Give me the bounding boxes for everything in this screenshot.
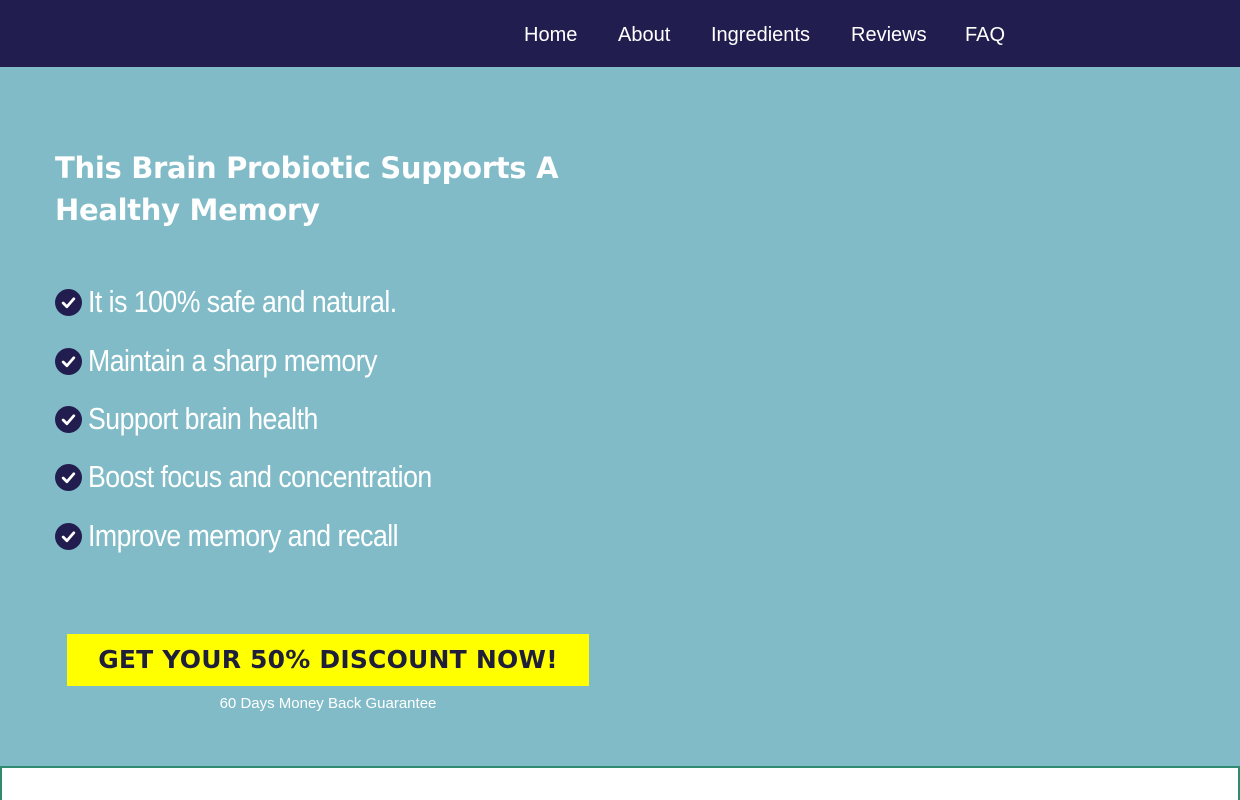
check-circle-icon: [55, 405, 82, 433]
benefit-text: Support brain health: [88, 401, 318, 436]
check-circle-icon: [55, 463, 82, 491]
benefit-item: It is 100% safe and natural.: [55, 282, 447, 322]
check-circle-icon: [55, 522, 82, 550]
benefit-text: Boost focus and concentration: [88, 459, 432, 494]
benefit-text: It is 100% safe and natural.: [88, 284, 397, 319]
check-circle-icon: [55, 288, 82, 316]
benefit-item: Boost focus and concentration: [55, 457, 488, 497]
nav-link-faq[interactable]: FAQ: [965, 0, 1005, 67]
benefit-text: Maintain a sharp memory: [88, 343, 377, 378]
hero-title: This Brain Probiotic Supports A Healthy …: [55, 151, 559, 227]
nav-link-about[interactable]: About: [618, 0, 670, 67]
benefit-item: Maintain a sharp memory: [55, 341, 424, 381]
benefit-text: Improve memory and recall: [88, 518, 399, 553]
next-section-box: [0, 766, 1240, 800]
top-navigation: Home About Ingredients Reviews FAQ: [0, 0, 1240, 67]
check-circle-icon: [55, 347, 82, 375]
discount-cta-button[interactable]: GET YOUR 50% DISCOUNT NOW!: [67, 634, 589, 686]
nav-link-home[interactable]: Home: [524, 0, 577, 67]
nav-link-ingredients[interactable]: Ingredients: [711, 0, 810, 67]
benefit-item: Support brain health: [55, 399, 355, 439]
nav-link-reviews[interactable]: Reviews: [851, 0, 927, 67]
benefit-item: Improve memory and recall: [55, 516, 449, 556]
money-back-guarantee: 60 Days Money Back Guarantee: [219, 695, 437, 712]
